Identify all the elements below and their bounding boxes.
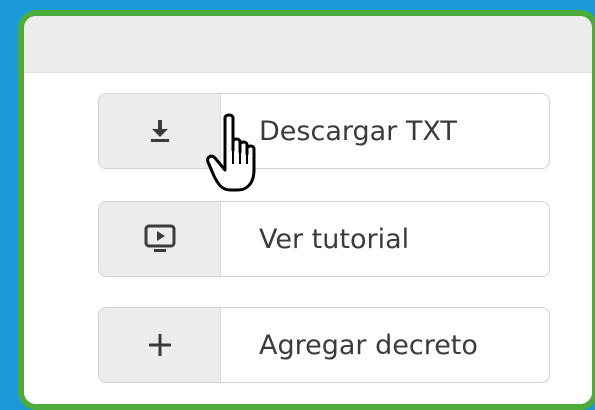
view-tutorial-button[interactable]: Ver tutorial xyxy=(98,201,550,277)
play-screen-icon xyxy=(144,224,175,252)
add-decree-label: Agregar decreto xyxy=(259,329,478,361)
plus-icon xyxy=(148,334,171,356)
add-icon-cell xyxy=(99,308,221,382)
download-txt-button[interactable]: Descargar TXT xyxy=(98,93,550,169)
view-tutorial-label: Ver tutorial xyxy=(259,223,410,255)
panel-frame: Descargar TXT Ver tutorial Agregar decre… xyxy=(18,10,595,410)
download-txt-label: Descargar TXT xyxy=(259,115,457,147)
download-icon-cell xyxy=(99,94,221,168)
panel-header xyxy=(24,16,592,73)
download-icon xyxy=(150,120,169,142)
tutorial-icon-cell xyxy=(99,202,221,276)
add-decree-button[interactable]: Agregar decreto xyxy=(98,307,550,383)
